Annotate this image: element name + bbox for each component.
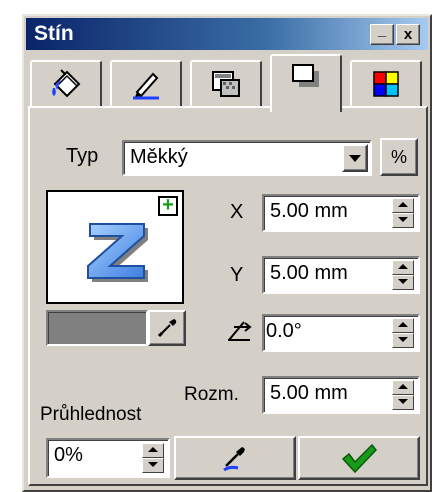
opacity-spin-down-button[interactable]	[142, 458, 164, 473]
eyedropper-icon	[223, 447, 245, 472]
tab-outline[interactable]	[110, 60, 182, 106]
size-value: 5.00 mm	[270, 382, 348, 404]
shadow-icon	[292, 64, 319, 87]
opacity-field[interactable]: 0%	[46, 438, 170, 478]
y-spin-down-button[interactable]	[392, 275, 414, 290]
checkmark-icon	[341, 443, 377, 474]
shadow-preview: +	[46, 190, 184, 304]
type-dropdown-button[interactable]	[342, 144, 368, 172]
paint-bucket-icon	[52, 69, 81, 98]
close-icon: x	[403, 26, 413, 43]
angle-spin-down-button[interactable]	[392, 333, 414, 348]
opacity-label: Průhlednost	[40, 404, 142, 425]
percent-button[interactable]: %	[380, 138, 418, 176]
size-label: Rozm.	[184, 384, 239, 405]
title-bar[interactable]: Stín _ x	[26, 18, 428, 50]
percent-icon: %	[390, 146, 407, 167]
tab-transparency[interactable]	[190, 60, 262, 106]
opacity-value: 0%	[54, 444, 83, 466]
pen-icon	[133, 72, 159, 100]
pick-shadow-button[interactable]	[174, 436, 296, 480]
size-spin-down-button[interactable]	[392, 395, 414, 410]
shadow-panel: Typ Měkký % + X 5.00 mm Y 5.00 mm 0.0° R…	[28, 106, 428, 486]
angle-spin-up-button[interactable]	[392, 318, 414, 333]
angle-icon	[228, 321, 252, 341]
minimize-icon: _	[377, 22, 387, 39]
type-label: Typ	[66, 145, 99, 167]
x-spin-up-button[interactable]	[392, 198, 414, 213]
tab-shadow[interactable]	[270, 54, 342, 112]
type-select[interactable]: Měkký	[122, 140, 372, 176]
y-spinner[interactable]	[392, 260, 414, 290]
tab-color[interactable]	[350, 60, 422, 106]
opacity-spin-up-button[interactable]	[142, 443, 164, 458]
size-spin-up-button[interactable]	[392, 380, 414, 395]
y-offset-field[interactable]: 5.00 mm	[262, 256, 420, 294]
apply-button[interactable]	[298, 436, 420, 480]
minimize-button[interactable]: _	[370, 22, 394, 45]
angle-spinner[interactable]	[392, 318, 414, 348]
shadow-dialog: Stín _ x Typ Měkký % + X 5.00 mm Y 5.00 …	[22, 14, 432, 492]
color-palette-icon	[373, 71, 399, 97]
x-offset-field[interactable]: 5.00 mm	[262, 194, 420, 232]
add-icon[interactable]: +	[158, 195, 178, 216]
tab-fill[interactable]	[30, 60, 102, 106]
x-spin-down-button[interactable]	[392, 213, 414, 228]
x-label: X	[230, 201, 244, 223]
x-spinner[interactable]	[392, 198, 414, 228]
type-value: Měkký	[130, 146, 188, 168]
close-button[interactable]: x	[396, 24, 420, 45]
opacity-spinner[interactable]	[142, 443, 164, 473]
y-label: Y	[230, 264, 244, 286]
size-spinner[interactable]	[392, 380, 414, 410]
angle-field[interactable]: 0.0°	[262, 314, 420, 352]
x-value: 5.00 mm	[270, 200, 348, 222]
shadow-color-picker-button[interactable]	[148, 310, 186, 346]
chevron-down-icon	[349, 154, 361, 162]
transparency-icon	[212, 71, 240, 97]
angle-value: 0.0°	[266, 320, 302, 342]
window-title: Stín	[34, 22, 74, 45]
y-value: 5.00 mm	[270, 262, 348, 284]
shadow-color-swatch[interactable]	[46, 310, 148, 346]
size-field[interactable]: 5.00 mm	[262, 376, 420, 414]
eyedropper-icon	[157, 319, 177, 338]
y-spin-up-button[interactable]	[392, 260, 414, 275]
